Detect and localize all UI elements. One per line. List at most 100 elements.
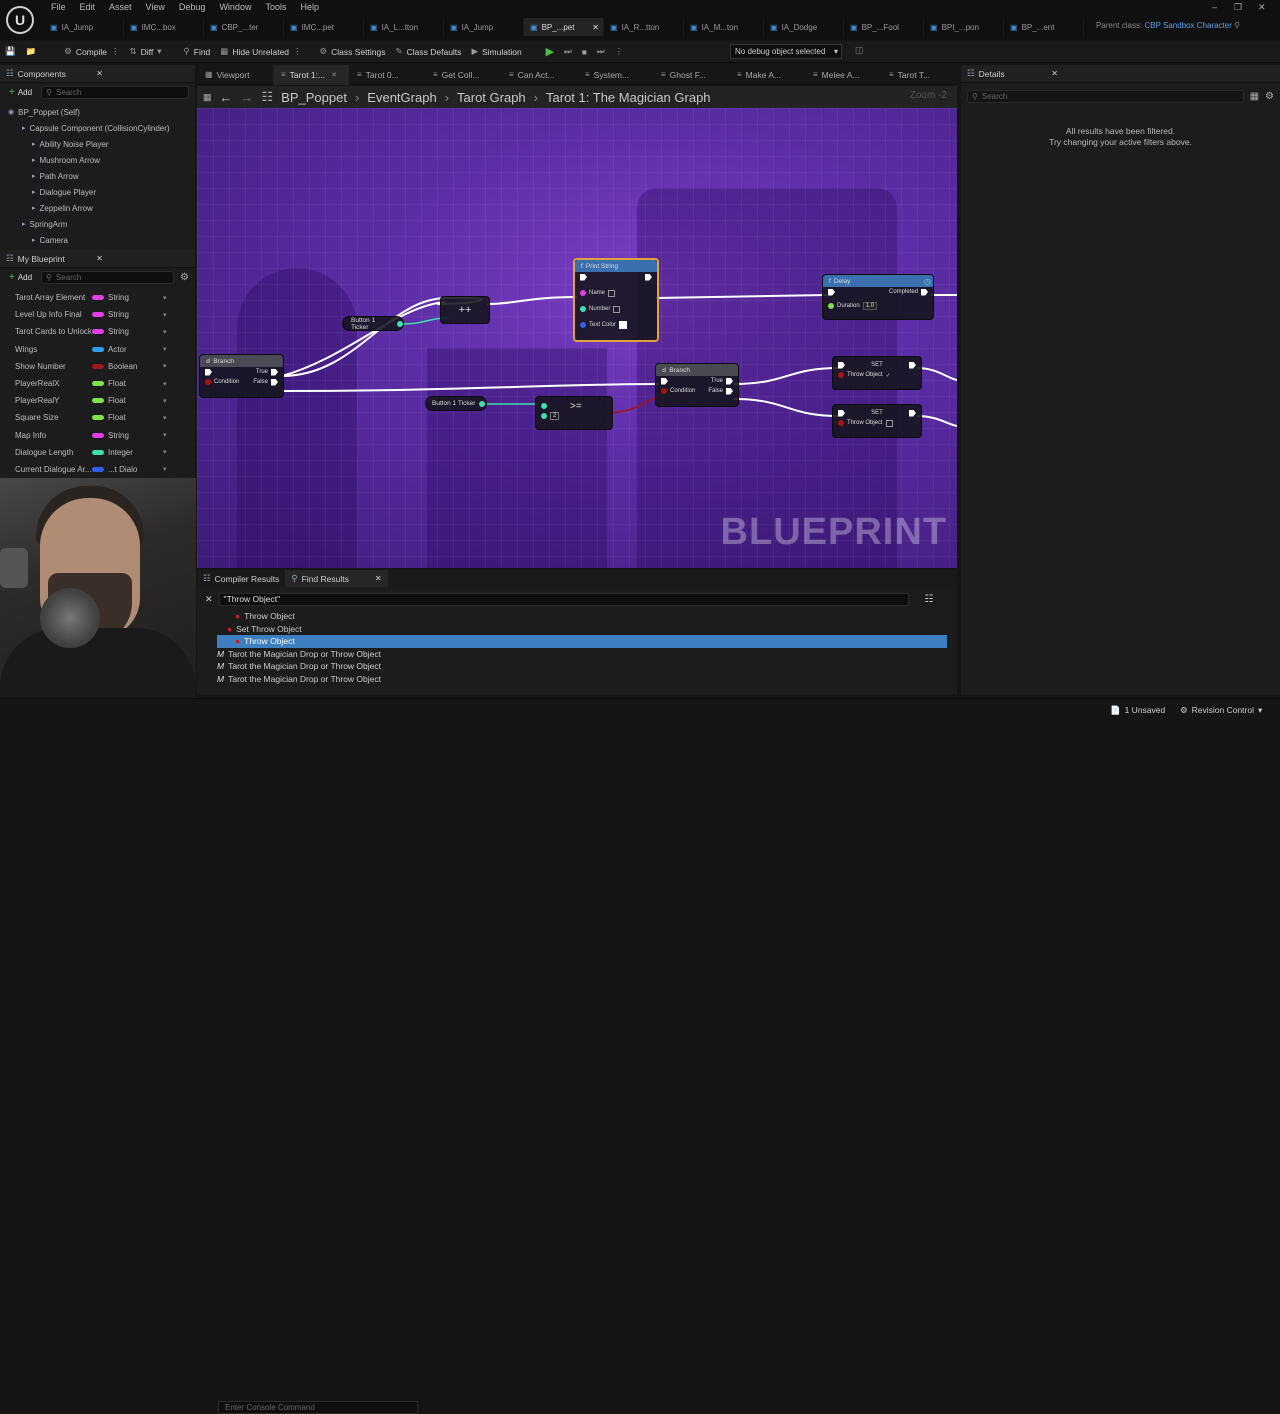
exec-in-pin[interactable] bbox=[838, 361, 845, 369]
doc-tab[interactable]: ▣ IA_Jump bbox=[44, 18, 124, 36]
checkbox-unchecked[interactable] bbox=[885, 419, 893, 427]
color-pin[interactable] bbox=[580, 322, 586, 328]
doc-tab[interactable]: ▣ IMC...pet bbox=[284, 18, 364, 36]
graph-tab[interactable]: ≡ Make A... bbox=[729, 65, 805, 85]
component-item[interactable]: ▸ Zeppelin Arrow bbox=[0, 200, 195, 216]
graph-tab[interactable]: ≡ System... bbox=[577, 65, 653, 85]
component-item[interactable]: ▸ Path Arrow bbox=[0, 168, 195, 184]
close-icon[interactable]: ✕ bbox=[592, 23, 599, 32]
forward-arrow-icon[interactable]: → bbox=[241, 90, 254, 105]
exec-out-pin[interactable] bbox=[908, 361, 916, 369]
menu-item[interactable]: Asset bbox=[102, 2, 139, 12]
doc-tab[interactable]: ▣ BPI_...pon bbox=[924, 18, 1004, 36]
variable-item[interactable]: Map Info String ▾ bbox=[0, 427, 195, 444]
exec-in-pin[interactable] bbox=[838, 409, 845, 417]
minimize-icon[interactable]: – bbox=[1212, 2, 1217, 12]
menu-item[interactable]: Help bbox=[293, 2, 326, 12]
blueprint-graph-canvas[interactable]: ☌ Branch True Condition False Button 1 Tic… bbox=[197, 108, 957, 568]
breadcrumb-item[interactable]: Tarot Graph bbox=[457, 90, 526, 105]
component-item[interactable]: ▸ Capsule Component (CollisionCylinder) bbox=[0, 120, 195, 136]
play-button[interactable]: ▶ bbox=[541, 41, 559, 63]
my-blueprint-search-input[interactable]: ⚲ Search bbox=[41, 270, 175, 284]
float-pin[interactable] bbox=[828, 303, 834, 309]
doc-tab[interactable]: ▣ BP_...Fool bbox=[844, 18, 924, 36]
branch-node[interactable]: ☌ Branch True Condition False bbox=[655, 363, 739, 407]
doc-tab[interactable]: ▣ IA_R...tton bbox=[604, 18, 684, 36]
integer-pin[interactable] bbox=[541, 403, 547, 409]
breadcrumb-item[interactable]: EventGraph bbox=[367, 90, 436, 105]
play-options-button[interactable]: ⋮ bbox=[610, 41, 629, 63]
exec-out-pin[interactable] bbox=[726, 377, 733, 385]
menu-item[interactable]: File bbox=[44, 2, 73, 12]
doc-tab[interactable]: ▣ IA_Dodge bbox=[764, 18, 844, 36]
exec-in-pin[interactable] bbox=[580, 273, 587, 281]
chevron-down-icon[interactable]: ▾ bbox=[163, 431, 167, 439]
debug-object-select[interactable]: No debug object selected ▾ bbox=[730, 44, 842, 59]
variable-get-node[interactable]: Button 1 Ticker bbox=[342, 316, 404, 331]
number-field[interactable] bbox=[613, 305, 621, 313]
bool-pin[interactable] bbox=[661, 388, 667, 394]
components-search-input[interactable]: ⚲ Search bbox=[41, 85, 189, 99]
breadcrumb-item[interactable]: BP_Poppet bbox=[281, 90, 347, 105]
gear-icon[interactable]: ⚙ bbox=[1265, 91, 1274, 102]
graph-options-icon[interactable]: ▦ bbox=[203, 92, 212, 103]
exec-in-pin[interactable] bbox=[661, 377, 668, 385]
menu-item[interactable]: Edit bbox=[73, 2, 103, 12]
exec-in-pin[interactable] bbox=[205, 368, 212, 376]
stop-button[interactable]: ■ bbox=[577, 41, 592, 63]
close-icon[interactable]: ✕ bbox=[375, 574, 382, 583]
add-component-button[interactable]: + Add bbox=[6, 87, 35, 98]
component-item[interactable]: ▸ Mushroom Arrow bbox=[0, 152, 195, 168]
tab-find-results[interactable]: ⚲ Find Results ✕ bbox=[285, 570, 388, 587]
graph-tab[interactable]: ≡ Ghost F... bbox=[653, 65, 729, 85]
integer-pin[interactable] bbox=[397, 320, 403, 327]
delay-node[interactable]: f Delay ◷ Completed Duration 1.0 bbox=[822, 274, 934, 320]
exec-out-pin[interactable] bbox=[726, 387, 733, 395]
skip-button[interactable]: ⏭ bbox=[592, 41, 610, 63]
checkbox-checked-icon[interactable]: ✓ bbox=[886, 372, 891, 379]
clear-search-icon[interactable]: ✕ bbox=[205, 594, 213, 605]
bool-out-pin[interactable] bbox=[601, 403, 607, 409]
tab-compiler-results[interactable]: ☷ Compiler Results bbox=[197, 570, 285, 587]
graph-tab[interactable]: ≡ Tarot 1:... ✕ bbox=[273, 64, 349, 85]
exec-out-pin[interactable] bbox=[908, 409, 916, 417]
compare-value-input[interactable]: 2 bbox=[550, 412, 560, 420]
doc-tab[interactable]: ▣ IA_M...ton bbox=[684, 18, 764, 36]
compile-button[interactable]: ⚙ Compile ⋮ bbox=[59, 41, 124, 63]
graph-tab[interactable]: ≡ Tarot 0... bbox=[349, 65, 425, 85]
class-defaults-button[interactable]: ✎ Class Defaults bbox=[391, 41, 467, 63]
doc-tab[interactable]: ▣ IA_Jump bbox=[444, 18, 524, 36]
unsaved-indicator[interactable]: 📄 1 Unsaved bbox=[1110, 705, 1165, 716]
exec-out-pin[interactable] bbox=[271, 378, 278, 386]
set-variable-node[interactable]: SET Throw Object bbox=[832, 404, 922, 438]
find-result-row[interactable]: ● Throw Object bbox=[217, 635, 947, 648]
close-icon[interactable]: ✕ bbox=[1258, 2, 1266, 13]
diff-button[interactable]: ⇅ Diff ▾ bbox=[125, 41, 167, 63]
integer-pin[interactable] bbox=[479, 400, 486, 407]
chevron-down-icon[interactable]: ▾ bbox=[163, 345, 167, 353]
menu-item[interactable]: Tools bbox=[258, 2, 293, 12]
exec-out-pin[interactable] bbox=[271, 368, 278, 376]
component-item[interactable]: ◉ BP_Poppet (Self) bbox=[0, 104, 195, 120]
variable-item[interactable]: Square Size Float ▾ bbox=[0, 409, 195, 426]
find-button[interactable]: ⚲ Find bbox=[179, 41, 216, 63]
doc-tab[interactable]: ▣ IA_L...tton bbox=[364, 18, 444, 36]
close-icon[interactable]: ✕ bbox=[1051, 69, 1058, 78]
breadcrumb-item[interactable]: Tarot 1: The Magician Graph bbox=[546, 90, 711, 105]
debug-filter-icon[interactable]: ◫ bbox=[855, 45, 864, 56]
chevron-down-icon[interactable]: ▾ bbox=[163, 448, 167, 456]
chevron-down-icon[interactable]: ▾ bbox=[163, 362, 167, 370]
binoculars-icon[interactable]: ☷ bbox=[925, 594, 934, 605]
revision-control-button[interactable]: ⚙ Revision Control ▾ bbox=[1180, 705, 1262, 716]
parent-class-value[interactable]: CBP Sandbox Character bbox=[1144, 21, 1231, 30]
chevron-down-icon[interactable]: ▾ bbox=[163, 465, 167, 473]
component-item[interactable]: ▸ Camera bbox=[0, 232, 195, 248]
unreal-logo[interactable]: U bbox=[6, 6, 34, 34]
variable-item[interactable]: Wings Actor ▾ bbox=[0, 341, 195, 358]
find-result-row[interactable]: M Tarot the Magician Drop or Throw Object bbox=[217, 673, 947, 686]
chevron-down-icon[interactable]: ▾ bbox=[163, 397, 167, 405]
variable-get-node[interactable]: Button 1 Ticker bbox=[425, 396, 487, 411]
component-item[interactable]: ▸ Ability Noise Player bbox=[0, 136, 195, 152]
bool-pin[interactable] bbox=[205, 379, 211, 385]
close-icon[interactable]: ✕ bbox=[96, 69, 103, 78]
